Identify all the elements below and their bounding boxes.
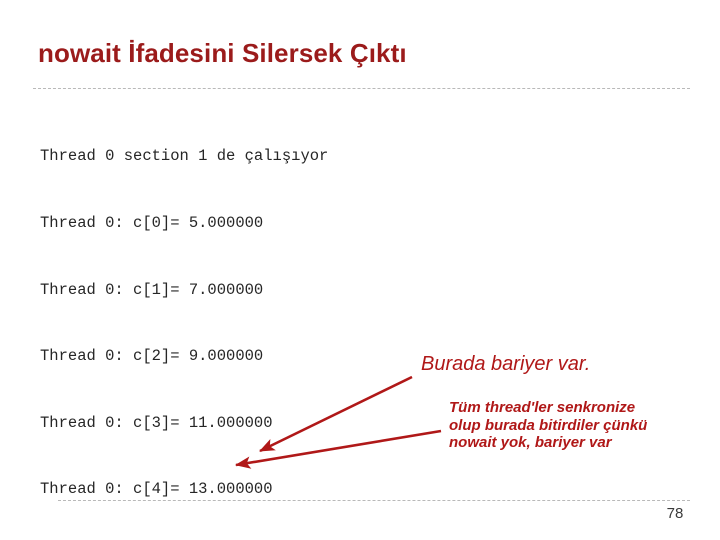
annotation-barrier-note: Burada bariyer var. — [421, 353, 591, 375]
annotation-explanation-note: Tüm thread'ler senkronize olup burada bi… — [449, 399, 699, 452]
console-line: Thread 0: c[2]= 9.000000 — [40, 347, 264, 366]
slide-canvas: nowait İfadesini Silersek Çıktı Thread 0… — [0, 0, 720, 540]
console-line: Thread 0: c[4]= 13.000000 — [40, 480, 273, 499]
console-line: Thread 0: c[1]= 7.000000 — [40, 280, 264, 299]
console-output-block: Thread 0 section 1 de çalışıyor Thread 0… — [40, 101, 328, 540]
console-line: Thread 0: c[3]= 11.000000 — [40, 413, 273, 432]
console-line: Thread 0 section 1 de çalışıyor — [40, 147, 329, 166]
console-line: Thread 0: c[0]= 5.000000 — [40, 214, 264, 233]
annotation-explanation-line: nowait yok, bariyer var — [449, 434, 612, 451]
annotation-explanation-line: Tüm thread'ler senkronize — [449, 399, 636, 416]
page-number: 78 — [666, 505, 684, 522]
bottom-divider — [58, 500, 690, 501]
annotation-explanation-line: olup burada bitirdiler çünkü — [449, 416, 648, 434]
top-divider — [33, 88, 690, 89]
page-title: nowait İfadesini Silersek Çıktı — [38, 38, 407, 68]
